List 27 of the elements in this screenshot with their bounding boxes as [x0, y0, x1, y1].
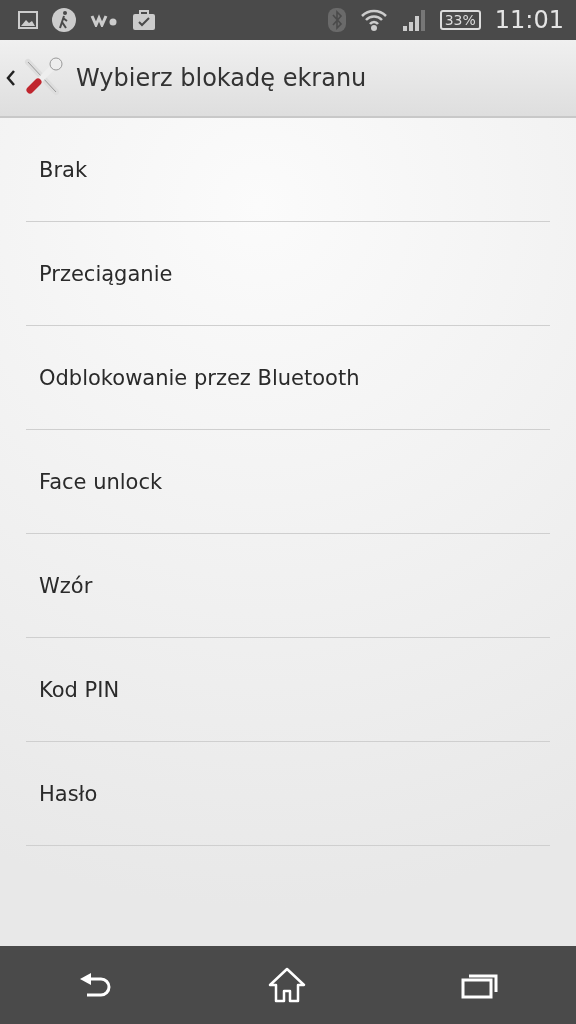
option-label: Hasło [39, 781, 98, 806]
back-button[interactable] [6, 69, 16, 87]
clock: 11:01 [494, 6, 564, 34]
bluetooth-icon [327, 8, 346, 32]
lock-option[interactable]: Przeciąganie [26, 222, 550, 326]
battery-indicator: 33% [439, 10, 481, 30]
home-button[interactable] [268, 967, 306, 1003]
option-label: Kod PIN [39, 677, 120, 702]
option-label: Odblokowanie przez Bluetooth [39, 365, 360, 390]
walking-person-icon [52, 8, 76, 32]
lock-option[interactable]: Odblokowanie przez Bluetooth [26, 326, 550, 430]
option-label: Wzór [39, 573, 93, 598]
lock-option[interactable]: Hasło [26, 742, 550, 846]
lock-option[interactable]: Wzór [26, 534, 550, 638]
option-label: Face unlock [39, 469, 163, 494]
chevron-left-icon [6, 69, 16, 87]
image-icon [18, 11, 38, 29]
lock-option[interactable]: Kod PIN [26, 638, 550, 742]
wifi-icon [359, 8, 388, 32]
lock-option[interactable]: Brak [26, 118, 550, 222]
briefcase-check-icon [132, 9, 156, 31]
screen-title: Wybierz blokadę ekranu [76, 64, 367, 92]
home-icon [268, 967, 306, 1003]
lock-option[interactable]: Face unlock [26, 430, 550, 534]
option-label: Przeciąganie [39, 261, 173, 286]
option-label: Brak [39, 157, 88, 182]
signal-icon [401, 8, 426, 32]
